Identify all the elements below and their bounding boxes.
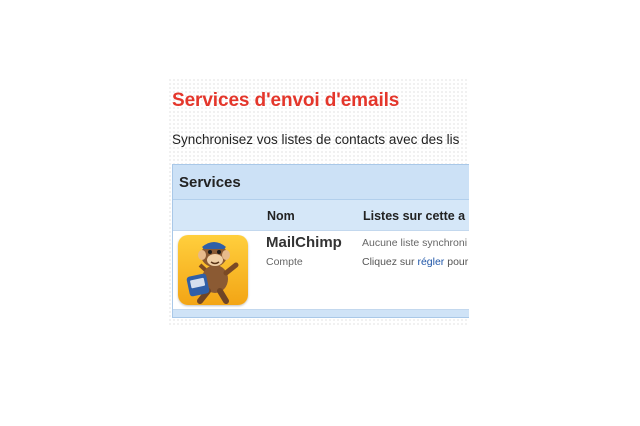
sync-status-text: Aucune liste synchroni (362, 237, 468, 249)
services-panel: Services Nom Listes sur cette a MailChim… (172, 164, 469, 318)
services-panel-header: Services (173, 165, 469, 200)
column-header-listes: Listes sur cette a (363, 209, 466, 223)
settings-hint-prefix: Cliquez sur (362, 256, 418, 268)
service-name: MailChimp (266, 234, 342, 251)
services-table-header: Nom Listes sur cette a (173, 200, 469, 230)
page-title: Services d'envoi d'emails (172, 90, 400, 111)
settings-hint-suffix: pour (444, 256, 469, 268)
mailchimp-logo-icon (178, 235, 248, 305)
table-row: MailChimp Compte Aucune liste synchroni … (173, 230, 469, 310)
page-viewport: Services d'envoi d'emails Synchronisez v… (168, 78, 469, 326)
settings-hint: Cliquez sur régler pour (362, 256, 468, 268)
services-panel-title: Services (179, 174, 241, 191)
service-account-label: Compte (266, 256, 303, 268)
settings-link[interactable]: régler (417, 256, 444, 268)
intro-text: Synchronisez vos listes de contacts avec… (172, 132, 460, 147)
column-header-nom: Nom (267, 209, 295, 223)
